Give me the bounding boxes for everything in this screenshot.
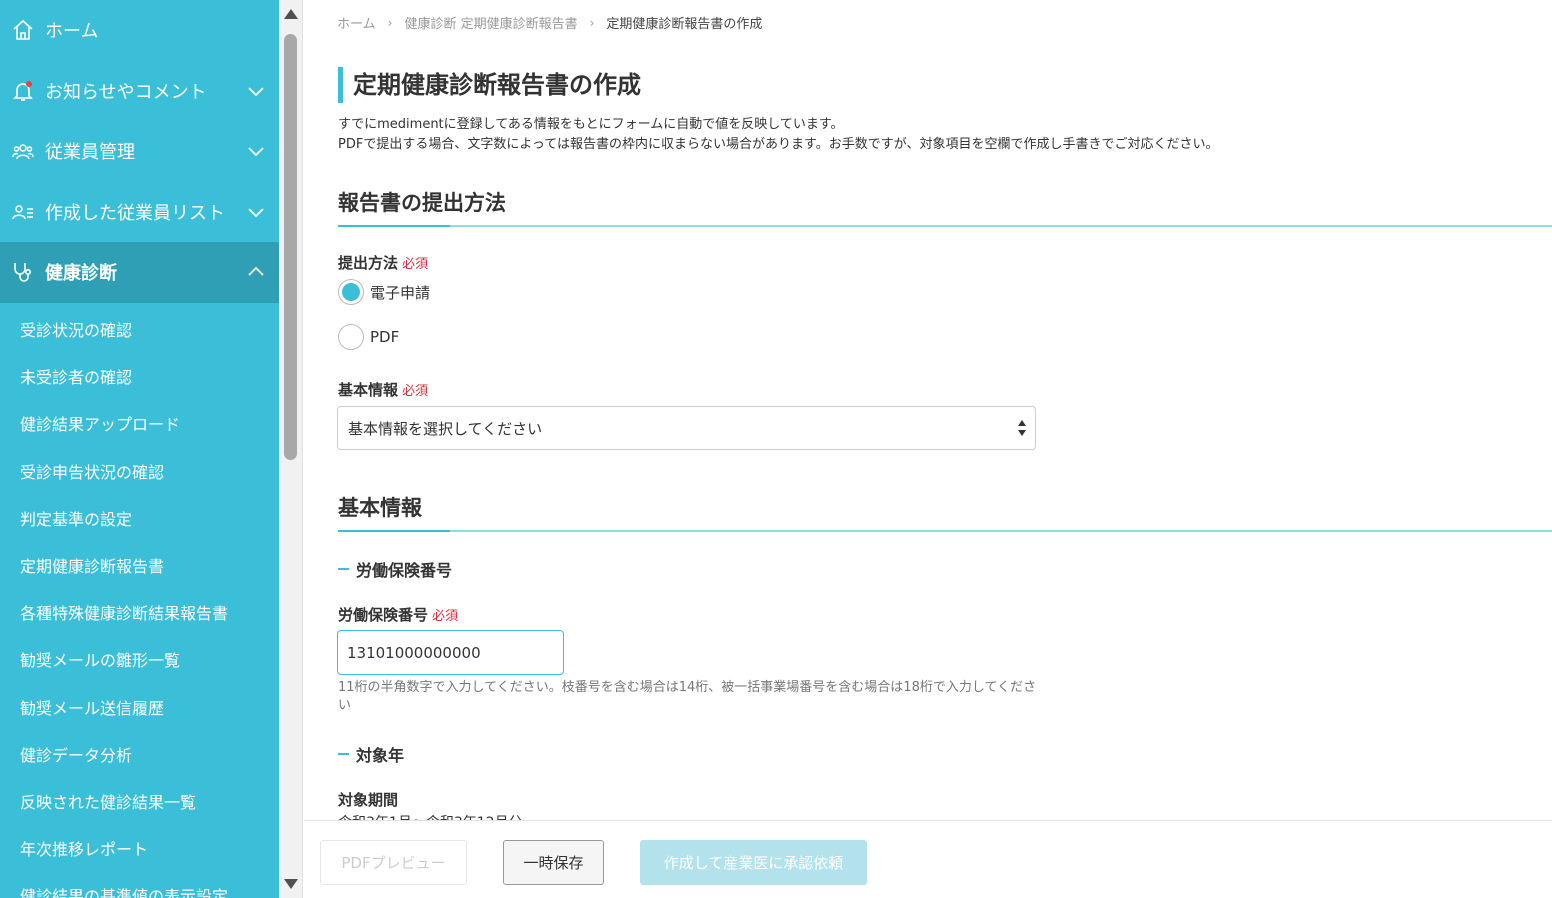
sidebar-item-mail-history[interactable]: 勧奨メール送信履歴 xyxy=(0,683,279,730)
sidebar-item-unexamined[interactable]: 未受診者の確認 xyxy=(0,353,279,400)
section-title-basic-info: 基本情報 xyxy=(338,492,1552,532)
subheading-target-year: 対象年 xyxy=(338,742,404,766)
required-badge: 必須 xyxy=(432,609,459,624)
select-arrows-icon xyxy=(1018,420,1026,436)
pdf-preview-button[interactable]: PDFプレビュー xyxy=(320,840,467,885)
breadcrumb-separator-icon: › xyxy=(589,15,595,30)
insurance-number-value: 13101000000000 xyxy=(347,643,481,662)
insurance-number-label: 労働保険番号 必須 xyxy=(338,604,458,625)
target-period-value: 令和3年1月～令和3年12月分 xyxy=(338,812,523,820)
sidebar-item-reflected-results[interactable]: 反映された健診結果一覧 xyxy=(0,777,279,824)
users-icon xyxy=(11,139,35,163)
submission-method-label-text: 提出方法 xyxy=(338,254,399,272)
stethoscope-icon xyxy=(11,260,35,284)
breadcrumb: ホーム › 健康診断 定期健康診断報告書 › 定期健康診断報告書の作成 xyxy=(337,13,763,33)
sidebar-item-special-report[interactable]: 各種特殊健康診断結果報告書 xyxy=(0,589,279,636)
basic-info-select-label: 基本情報 必須 xyxy=(338,379,428,400)
submission-method-label: 提出方法 必須 xyxy=(338,252,428,273)
insurance-number-help: 11桁の半角数字で入力してください。枝番号を含む場合は14桁、被一括事業場番号を… xyxy=(338,680,1037,713)
breadcrumb-report-list[interactable]: 健康診断 定期健康診断報告書 xyxy=(404,13,577,32)
breadcrumb-current: 定期健康診断報告書の作成 xyxy=(606,17,763,32)
chevron-up-icon xyxy=(248,266,264,276)
page-description-line1: すでにmedimentに登録してある情報をもとにフォームに自動で値を反映していま… xyxy=(338,117,844,132)
scroll-down-arrow-icon[interactable] xyxy=(284,879,298,889)
page-title: 定期健康診断報告書の作成 xyxy=(338,67,641,103)
radio-button-unchecked[interactable] xyxy=(338,324,364,350)
sidebar-scrollbar[interactable] xyxy=(279,0,303,898)
nav-employee-lists-label: 作成した従業員リスト xyxy=(45,202,225,224)
nav-home-label: ホーム xyxy=(45,21,99,43)
section-title-submission: 報告書の提出方法 xyxy=(338,187,1552,227)
subheading-target-year-text: 対象年 xyxy=(356,746,405,765)
footer-action-bar: PDFプレビュー 一時保存 作成して産業医に承認依頼 xyxy=(304,820,1552,898)
scroll-up-arrow-icon[interactable] xyxy=(284,9,298,19)
subheading-insurance: 労働保険番号 xyxy=(338,557,452,581)
user-list-icon xyxy=(11,200,35,224)
radio-button-checked[interactable] xyxy=(338,279,364,305)
sidebar: ホーム お知らせやコメント 従業員管理 作成した従業員リスト 健康診断 受診状況… xyxy=(0,0,279,898)
required-badge: 必須 xyxy=(402,257,429,272)
chevron-down-icon xyxy=(248,87,264,97)
create-and-request-approval-button[interactable]: 作成して産業医に承認依頼 xyxy=(640,840,867,885)
sidebar-item-reference-display[interactable]: 健診結果の基準値の表示設定 xyxy=(0,872,279,898)
nav-employee-lists[interactable]: 作成した従業員リスト xyxy=(0,182,279,243)
subheading-bar xyxy=(338,568,349,570)
subheading-bar xyxy=(338,753,349,755)
radio-electronic[interactable]: 電子申請 xyxy=(338,279,430,305)
sidebar-item-annual-report[interactable]: 年次推移レポート xyxy=(0,825,279,872)
scroll-thumb[interactable] xyxy=(284,34,297,460)
sidebar-item-declaration-status[interactable]: 受診申告状況の確認 xyxy=(0,447,279,494)
main-content: ホーム › 健康診断 定期健康診断報告書 › 定期健康診断報告書の作成 定期健康… xyxy=(304,0,1552,820)
nav-health-checkup[interactable]: 健康診断 xyxy=(0,242,279,303)
sidebar-item-exam-status[interactable]: 受診状況の確認 xyxy=(0,306,279,353)
health-checkup-submenu: 受診状況の確認 未受診者の確認 健診結果アップロード 受診申告状況の確認 判定基… xyxy=(0,302,279,898)
nav-notifications[interactable]: お知らせやコメント xyxy=(0,61,279,122)
basic-info-select-label-text: 基本情報 xyxy=(338,381,399,399)
sidebar-item-mail-templates[interactable]: 勧奨メールの雛形一覧 xyxy=(0,636,279,683)
page-description-line2: PDFで提出する場合、文字数によっては報告書の枠内に収まらない場合があります。お… xyxy=(338,137,1219,152)
sidebar-item-criteria-settings[interactable]: 判定基準の設定 xyxy=(0,494,279,541)
required-badge: 必須 xyxy=(402,384,429,399)
insurance-number-label-text: 労働保険番号 xyxy=(338,606,429,624)
sidebar-item-result-upload[interactable]: 健診結果アップロード xyxy=(0,400,279,447)
bell-icon xyxy=(11,79,35,103)
temporary-save-button[interactable]: 一時保存 xyxy=(503,840,604,885)
target-period-label-text: 対象期間 xyxy=(338,791,399,809)
nav-home[interactable]: ホーム xyxy=(0,0,279,61)
basic-info-select[interactable]: 基本情報を選択してください xyxy=(337,406,1036,450)
radio-pdf[interactable]: PDF xyxy=(338,324,399,350)
insurance-number-input[interactable]: 13101000000000 xyxy=(337,630,564,675)
sidebar-item-data-analysis[interactable]: 健診データ分析 xyxy=(0,730,279,777)
nav-employees[interactable]: 従業員管理 xyxy=(0,121,279,182)
breadcrumb-home[interactable]: ホーム xyxy=(337,13,376,32)
breadcrumb-separator-icon: › xyxy=(387,15,393,30)
chevron-down-icon xyxy=(248,208,264,218)
basic-info-select-value: 基本情報を選択してください xyxy=(348,419,543,438)
nav-health-checkup-label: 健康診断 xyxy=(45,263,117,285)
home-icon xyxy=(11,18,35,42)
sidebar-item-periodic-report[interactable]: 定期健康診断報告書 xyxy=(0,541,279,588)
radio-pdf-label: PDF xyxy=(370,328,400,346)
nav-employees-label: 従業員管理 xyxy=(45,142,135,164)
target-period-label: 対象期間 xyxy=(338,789,398,810)
chevron-down-icon xyxy=(248,147,264,157)
radio-electronic-label: 電子申請 xyxy=(370,283,431,302)
nav-notifications-label: お知らせやコメント xyxy=(45,81,207,103)
subheading-insurance-text: 労働保険番号 xyxy=(356,561,453,580)
